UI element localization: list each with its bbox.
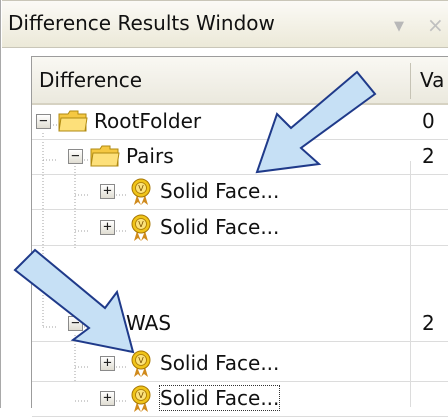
tree-item-value: 2 xyxy=(422,144,435,168)
medal-icon: V xyxy=(131,385,151,412)
tree-item-label[interactable]: RootFolder xyxy=(94,109,201,133)
tree-row[interactable]: + V Solid Face... xyxy=(32,382,448,417)
medal-icon: V xyxy=(131,178,151,205)
folder-icon xyxy=(90,312,120,334)
svg-text:V: V xyxy=(138,391,144,400)
tree-row[interactable]: + V Solid Face... xyxy=(32,175,448,210)
expand-icon[interactable]: + xyxy=(100,391,115,406)
tree-item-label[interactable]: Solid Face... xyxy=(160,351,279,375)
expand-icon[interactable]: + xyxy=(100,184,115,199)
svg-text:V: V xyxy=(138,356,144,365)
collapse-icon[interactable]: − xyxy=(36,114,51,129)
tree-item-label[interactable]: Solid Face... xyxy=(160,179,279,203)
tree-item-label[interactable]: Solid Face... xyxy=(160,215,279,239)
tree-item-label[interactable]: Solid Face... xyxy=(158,385,281,411)
tree-item-label[interactable]: Pairs xyxy=(126,144,174,168)
folder-icon xyxy=(90,145,120,167)
expand-icon[interactable]: + xyxy=(100,220,115,235)
tree-item-value: 2 xyxy=(422,311,435,335)
close-icon[interactable]: × xyxy=(427,13,448,39)
expand-icon[interactable]: + xyxy=(100,356,115,371)
svg-text:V: V xyxy=(138,184,144,193)
dropdown-arrow-icon[interactable]: ▼ xyxy=(388,17,410,37)
medal-icon: V xyxy=(131,350,151,377)
window-titlebar[interactable]: Difference Results Window ▼ × xyxy=(2,0,448,48)
collapse-icon[interactable]: − xyxy=(68,316,83,331)
tree-row[interactable]: + V Solid Face... xyxy=(32,211,448,246)
difference-results-window: Difference Results Window ▼ × Difference… xyxy=(0,0,448,417)
tree-row[interactable]: − RootFolder 0 xyxy=(32,105,448,140)
tree-row[interactable]: + V Solid Face... xyxy=(32,347,448,382)
collapse-icon[interactable]: − xyxy=(68,149,83,164)
tree-row[interactable]: − WAS 2 xyxy=(32,307,448,342)
tree-item-label[interactable]: WAS xyxy=(126,311,171,335)
tree-row[interactable]: − Pairs 2 xyxy=(32,140,448,175)
folder-icon xyxy=(58,110,88,132)
medal-icon: V xyxy=(131,214,151,241)
results-tree: Difference Va − RootFolder 0 − Pairs 2 +… xyxy=(31,56,448,417)
window-title: Difference Results Window xyxy=(8,11,275,35)
tree-item-value: 0 xyxy=(422,109,435,133)
svg-text:V: V xyxy=(138,220,144,229)
